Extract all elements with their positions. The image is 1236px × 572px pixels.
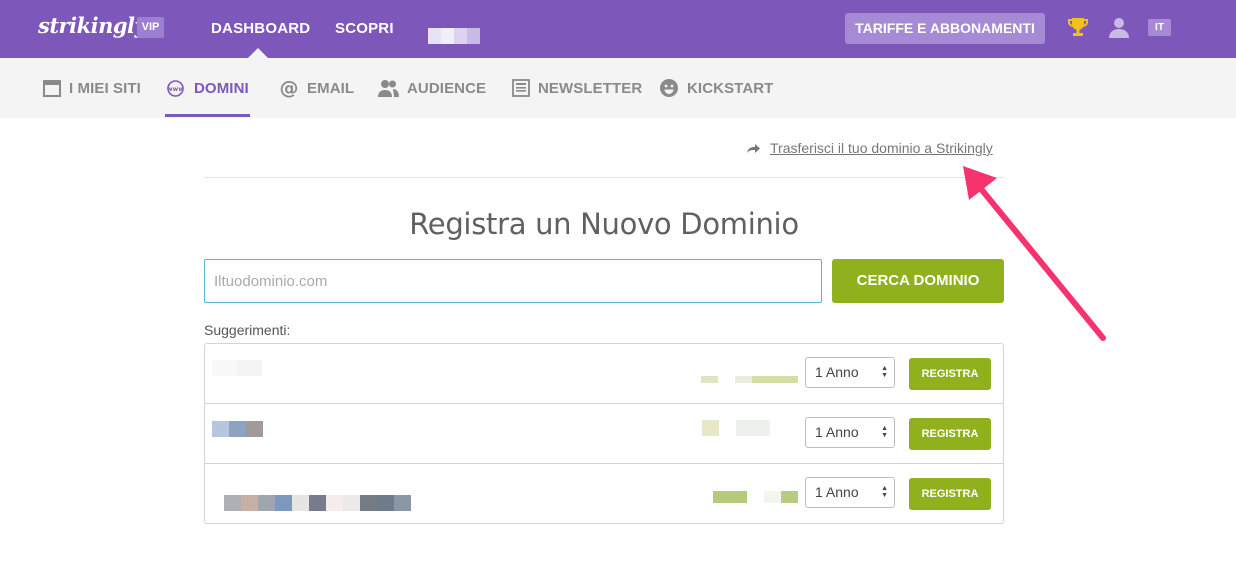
suggestions-label: Suggerimenti:: [204, 322, 291, 338]
svg-text:www: www: [167, 86, 184, 93]
duration-select[interactable]: 1 Anno ▲ ▼: [805, 477, 895, 508]
blurred-site-name[interactable]: [428, 28, 480, 44]
suggestion-row: 1 Anno ▲ ▼ REGISTRA: [205, 464, 1003, 524]
smiley-icon: [660, 79, 678, 97]
duration-value: 1 Anno: [815, 364, 859, 380]
nav-dashboard[interactable]: DASHBOARD: [211, 20, 310, 37]
duration-select[interactable]: 1 Anno ▲ ▼: [805, 417, 895, 448]
register-button[interactable]: REGISTRA: [909, 418, 991, 450]
tab-audience[interactable]: AUDIENCE: [378, 58, 486, 118]
annotation-arrow-icon: [963, 166, 1106, 341]
tab-label: AUDIENCE: [407, 79, 487, 97]
divider: [204, 177, 1004, 178]
register-button[interactable]: REGISTRA: [909, 478, 991, 510]
duration-value: 1 Anno: [815, 424, 859, 440]
nav-scopri[interactable]: SCOPRI: [335, 20, 394, 37]
svg-text:@: @: [279, 78, 298, 98]
vip-badge: VIP: [137, 17, 164, 38]
domain-search-input[interactable]: [204, 259, 822, 303]
transfer-domain-link[interactable]: Trasferisci il tuo dominio a Strikingly: [746, 140, 993, 156]
tab-domini[interactable]: www DOMINI: [165, 58, 249, 118]
browser-window-icon: [43, 79, 61, 97]
user-icon[interactable]: [1108, 16, 1130, 38]
tab-label: NEWSLETTER: [538, 79, 643, 97]
plans-button[interactable]: TARIFFE E ABBONAMENTI: [845, 13, 1045, 44]
blurred-domain-name: [212, 360, 262, 376]
tab-label: EMAIL: [307, 79, 355, 97]
tab-label: KICKSTART: [687, 79, 774, 97]
blurred-price: [713, 491, 798, 503]
select-arrows-icon: ▲ ▼: [881, 485, 888, 499]
tab-label: I MIEI SITI: [69, 79, 141, 97]
share-arrow-icon: [747, 143, 760, 153]
tab-email[interactable]: @ EMAIL: [279, 58, 354, 118]
suggestions-table: 1 Anno ▲ ▼ REGISTRA 1 Anno ▲ ▼ REGISTRA 1 …: [204, 343, 1004, 524]
tab-kickstart[interactable]: KICKSTART: [659, 58, 773, 118]
language-selector[interactable]: IT: [1148, 19, 1171, 36]
at-icon: @: [279, 78, 298, 98]
sub-navigation: I MIEI SITI www DOMINI @ EMAIL AUDIENCE …: [0, 58, 1236, 118]
active-nav-caret: [248, 48, 268, 58]
newsletter-icon: [512, 79, 530, 97]
select-arrows-icon: ▲ ▼: [881, 365, 888, 379]
duration-value: 1 Anno: [815, 484, 859, 500]
suggestion-row: 1 Anno ▲ ▼ REGISTRA: [205, 404, 1003, 464]
blurred-domain-name: [212, 421, 263, 437]
www-globe-icon: www: [167, 79, 184, 97]
duration-select[interactable]: 1 Anno ▲ ▼: [805, 357, 895, 388]
tab-i-miei-siti[interactable]: I MIEI SITI: [43, 58, 141, 118]
active-tab-underline: [165, 114, 250, 117]
blurred-price: [701, 376, 798, 383]
blurred-domain-name: [224, 495, 411, 511]
transfer-link-text[interactable]: Trasferisci il tuo dominio a Strikingly: [770, 140, 993, 156]
trophy-icon[interactable]: [1068, 17, 1088, 39]
register-button[interactable]: REGISTRA: [909, 358, 991, 390]
suggestion-row: 1 Anno ▲ ▼ REGISTRA: [205, 344, 1003, 404]
strikingly-logo[interactable]: strikingly: [38, 13, 147, 38]
blurred-price: [702, 420, 770, 436]
users-icon: [378, 80, 399, 97]
tab-label: DOMINI: [194, 79, 249, 97]
tab-newsletter[interactable]: NEWSLETTER: [512, 58, 642, 118]
top-bar: strikingly VIP DASHBOARD SCOPRI TARIFFE …: [0, 0, 1236, 58]
page-title: Registra un Nuovo Dominio: [409, 207, 799, 241]
select-arrows-icon: ▲ ▼: [881, 425, 888, 439]
